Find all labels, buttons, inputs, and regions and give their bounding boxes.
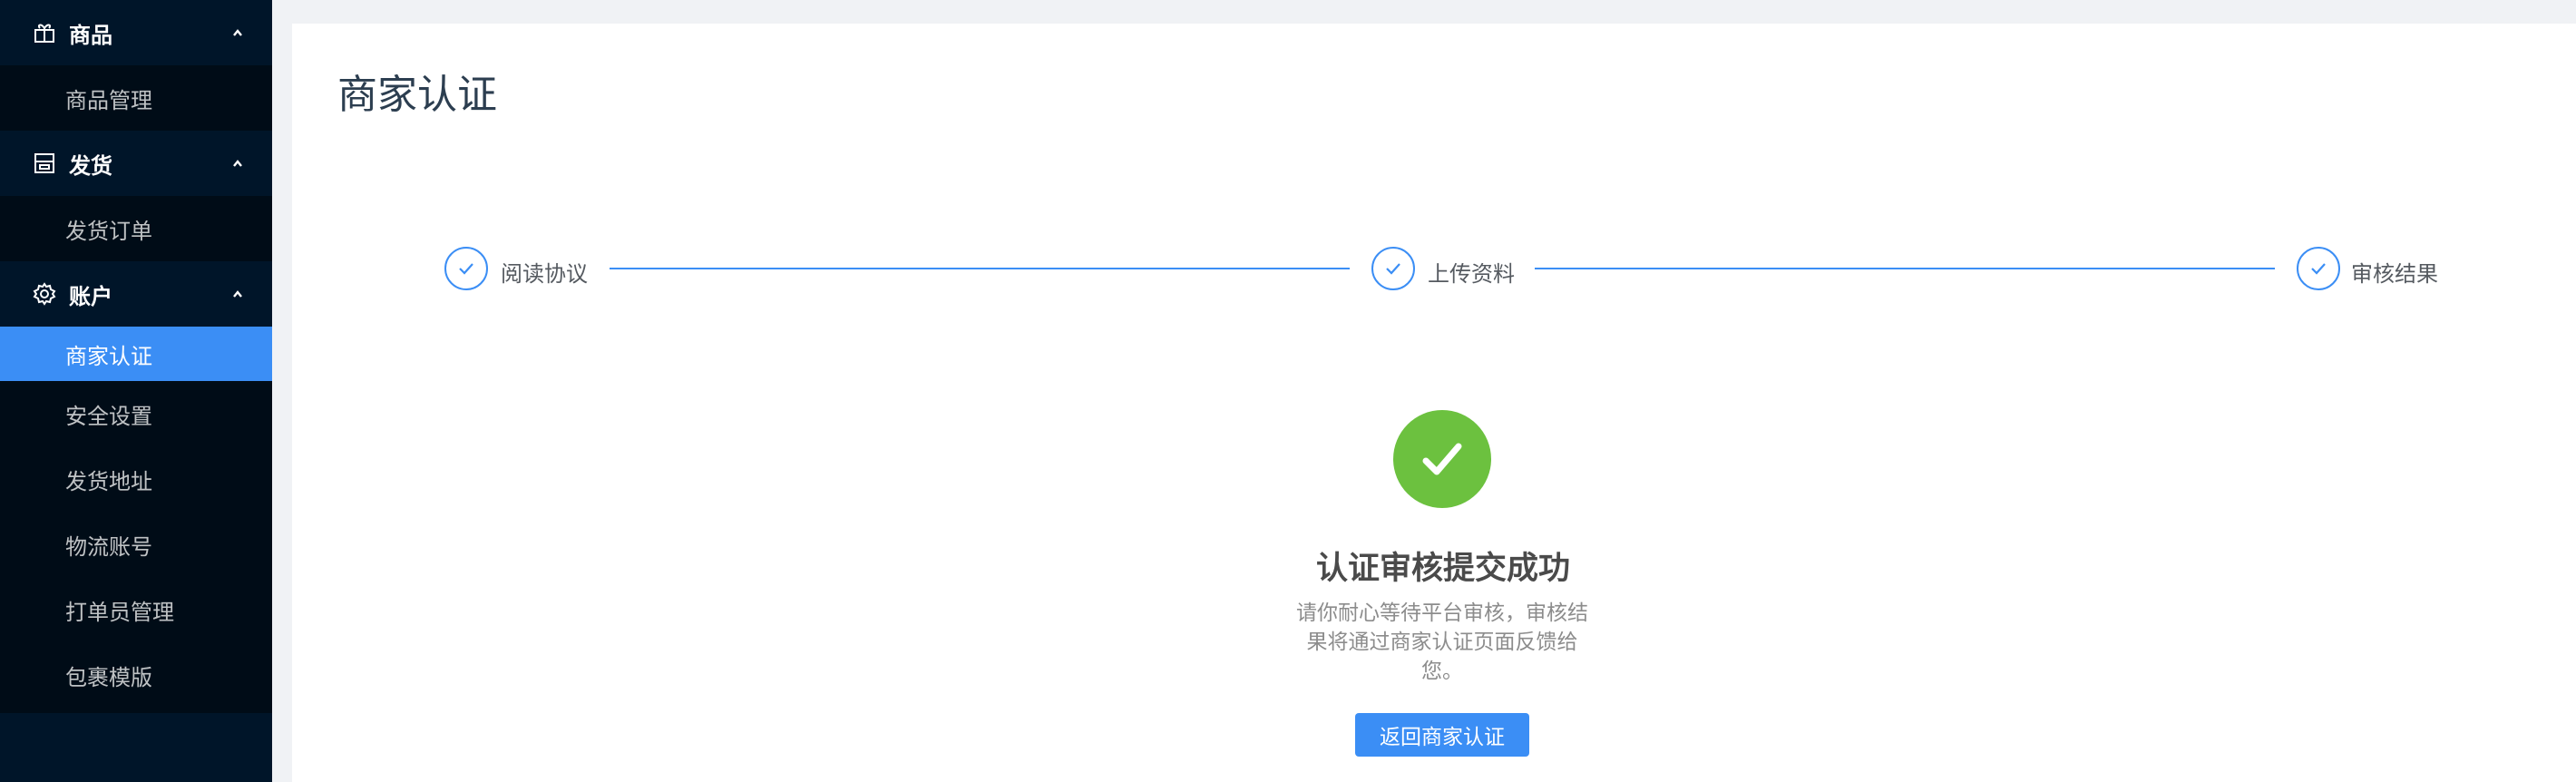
sidebar-group-shipping[interactable]: 发货 <box>0 131 272 196</box>
chevron-up-icon[interactable] <box>227 283 249 305</box>
sidebar-item-merchant-verification[interactable]: 商家认证 <box>0 327 272 381</box>
gear-icon <box>33 282 56 306</box>
printer-icon <box>33 152 56 175</box>
back-to-verification-button[interactable]: 返回商家认证 <box>1355 713 1529 757</box>
sidebar-item-security-settings[interactable]: 安全设置 <box>0 381 272 446</box>
sidebar-item-shipping-address[interactable]: 发货地址 <box>0 446 272 512</box>
result-description: 请你耐心等待平台审核，审核结果将通过商家认证页面反馈给您。 <box>1296 601 1588 683</box>
check-circle-icon <box>1393 410 1491 508</box>
chevron-up-icon[interactable] <box>227 22 249 44</box>
main-content: 商家认证 阅读协议 上传资料 审核结果 认证审核提交成功 请你耐心等待平台审核，… <box>292 24 2576 782</box>
sidebar-item-shipping-orders[interactable]: 发货订单 <box>0 196 272 261</box>
chevron-up-icon[interactable] <box>227 152 249 174</box>
sidebar-group-label: 发货 <box>69 152 112 179</box>
sidebar-item-goods-management[interactable]: 商品管理 <box>0 65 272 131</box>
sidebar-group-label: 账户 <box>69 283 112 309</box>
sidebar: 商品 商品管理 发货 发货订单 账户 商家认证 安全设置 发货地址 物流账号 打… <box>0 0 272 782</box>
sidebar-item-logistics-account[interactable]: 物流账号 <box>0 512 272 577</box>
sidebar-item-clerk-management[interactable]: 打单员管理 <box>0 577 272 642</box>
gift-icon <box>33 21 56 44</box>
sidebar-group-account[interactable]: 账户 <box>0 261 272 327</box>
result-panel: 认证审核提交成功 请你耐心等待平台审核，审核结果将通过商家认证页面反馈给您。 返… <box>292 24 2576 782</box>
result-title: 认证审核提交成功 <box>1315 551 1570 587</box>
sidebar-item-package-template[interactable]: 包裹模版 <box>0 642 272 708</box>
sidebar-group-label: 商品 <box>69 22 112 48</box>
sidebar-group-goods[interactable]: 商品 <box>0 0 272 65</box>
